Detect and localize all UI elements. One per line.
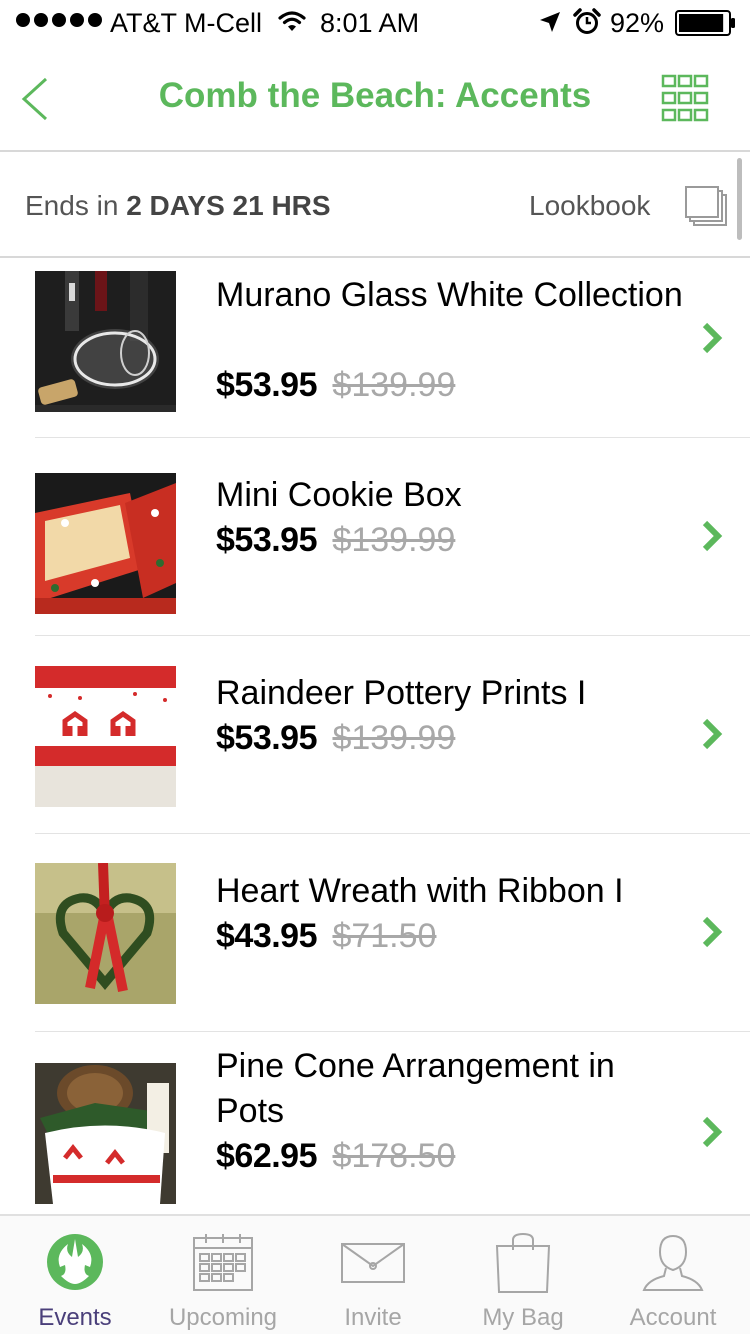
event-countdown: Ends in 2 DAYS 21 HRS [25, 190, 331, 222]
sale-price: $53.95 [216, 521, 318, 559]
tab-invite[interactable]: Invite [298, 1216, 448, 1334]
product-prices: $53.95 $139.99 [216, 716, 455, 761]
product-thumbnail [35, 1063, 176, 1204]
sale-price: $53.95 [216, 366, 318, 404]
product-name: Raindeer Pottery Prints I [216, 674, 587, 712]
lookbook-icon[interactable] [685, 186, 729, 233]
original-price: $178.50 [332, 1137, 456, 1175]
battery-icon [675, 10, 737, 43]
product-row-pine-cone[interactable]: Pine Cone Arrangement in Pots $62.95 $17… [0, 1032, 750, 1214]
countdown-prefix: Ends in [25, 190, 119, 221]
original-price: $139.99 [332, 366, 456, 404]
product-name: Mini Cookie Box [216, 476, 462, 514]
product-row-raindeer-pottery[interactable]: Raindeer Pottery Prints I $53.95 $139.99 [0, 636, 750, 834]
tab-my-bag[interactable]: My Bag [448, 1216, 598, 1334]
tab-label: Events [38, 1304, 112, 1331]
wifi-icon [278, 9, 306, 40]
product-list: Murano Glass White Collection $53.95 $13… [0, 258, 750, 1214]
tab-bar: Events Upcoming Invite My Bag Account [0, 1214, 750, 1334]
product-thumbnail [35, 473, 176, 614]
product-row-murano-glass[interactable]: Murano Glass White Collection $53.95 $13… [0, 258, 750, 438]
product-thumbnail [35, 863, 176, 1004]
product-thumbnail [35, 271, 176, 412]
product-name: Murano Glass White Collection [216, 276, 683, 314]
chevron-right-icon [700, 1115, 724, 1154]
tab-upcoming[interactable]: Upcoming [148, 1216, 298, 1334]
rebel-emblem-icon [47, 1234, 103, 1290]
countdown-value: 2 DAYS 21 HRS [126, 190, 331, 221]
chevron-right-icon [700, 519, 724, 558]
product-prices: $43.95 $71.50 [216, 914, 436, 959]
envelope-icon [341, 1243, 405, 1283]
nav-bar: Comb the Beach: Accents [0, 48, 750, 152]
product-row-heart-wreath[interactable]: Heart Wreath with Ribbon I $43.95 $71.50 [0, 834, 750, 1032]
tab-label: Upcoming [168, 1304, 278, 1331]
shopping-bag-icon [495, 1232, 551, 1293]
scrollbar[interactable] [737, 158, 742, 240]
chevron-right-icon [700, 915, 724, 954]
tab-account[interactable]: Account [598, 1216, 748, 1334]
event-header: Ends in 2 DAYS 21 HRS Lookbook [0, 154, 750, 258]
lookbook-button[interactable]: Lookbook [529, 190, 650, 222]
status-bar: AT&T M-Cell 8:01 AM 92% [0, 0, 750, 48]
status-time: 8:01 AM [320, 8, 420, 38]
original-price: $139.99 [332, 521, 456, 559]
product-prices: $62.95 $178.50 [216, 1134, 455, 1179]
tab-label: Account [629, 1304, 717, 1331]
tab-events[interactable]: Events [0, 1216, 150, 1334]
sale-price: $43.95 [216, 917, 318, 955]
product-thumbnail [35, 666, 176, 807]
original-price: $139.99 [332, 719, 456, 757]
grid-view-icon[interactable] [661, 74, 709, 127]
battery-percentage: 92% [610, 8, 665, 38]
product-prices: $53.95 $139.99 [216, 518, 455, 563]
product-name: Pine Cone Arrangement in Pots [216, 1047, 615, 1130]
product-row-cookie-box[interactable]: Mini Cookie Box $53.95 $139.99 [0, 438, 750, 636]
tab-label: Invite [344, 1304, 402, 1331]
original-price: $71.50 [332, 917, 437, 955]
alarm-icon [573, 8, 601, 43]
sale-price: $53.95 [216, 719, 318, 757]
account-icon [642, 1234, 704, 1291]
page-title: Comb the Beach: Accents [158, 76, 592, 115]
product-name: Heart Wreath with Ribbon I [216, 872, 624, 910]
chevron-right-icon [700, 321, 724, 360]
calendar-icon [193, 1234, 253, 1291]
location-icon [538, 10, 562, 41]
tab-label: My Bag [482, 1304, 564, 1331]
product-prices: $53.95 $139.99 [216, 363, 455, 408]
sale-price: $62.95 [216, 1137, 318, 1175]
carrier-name: AT&T M-Cell [110, 8, 263, 38]
chevron-right-icon [700, 717, 724, 756]
signal-icon [16, 13, 102, 27]
